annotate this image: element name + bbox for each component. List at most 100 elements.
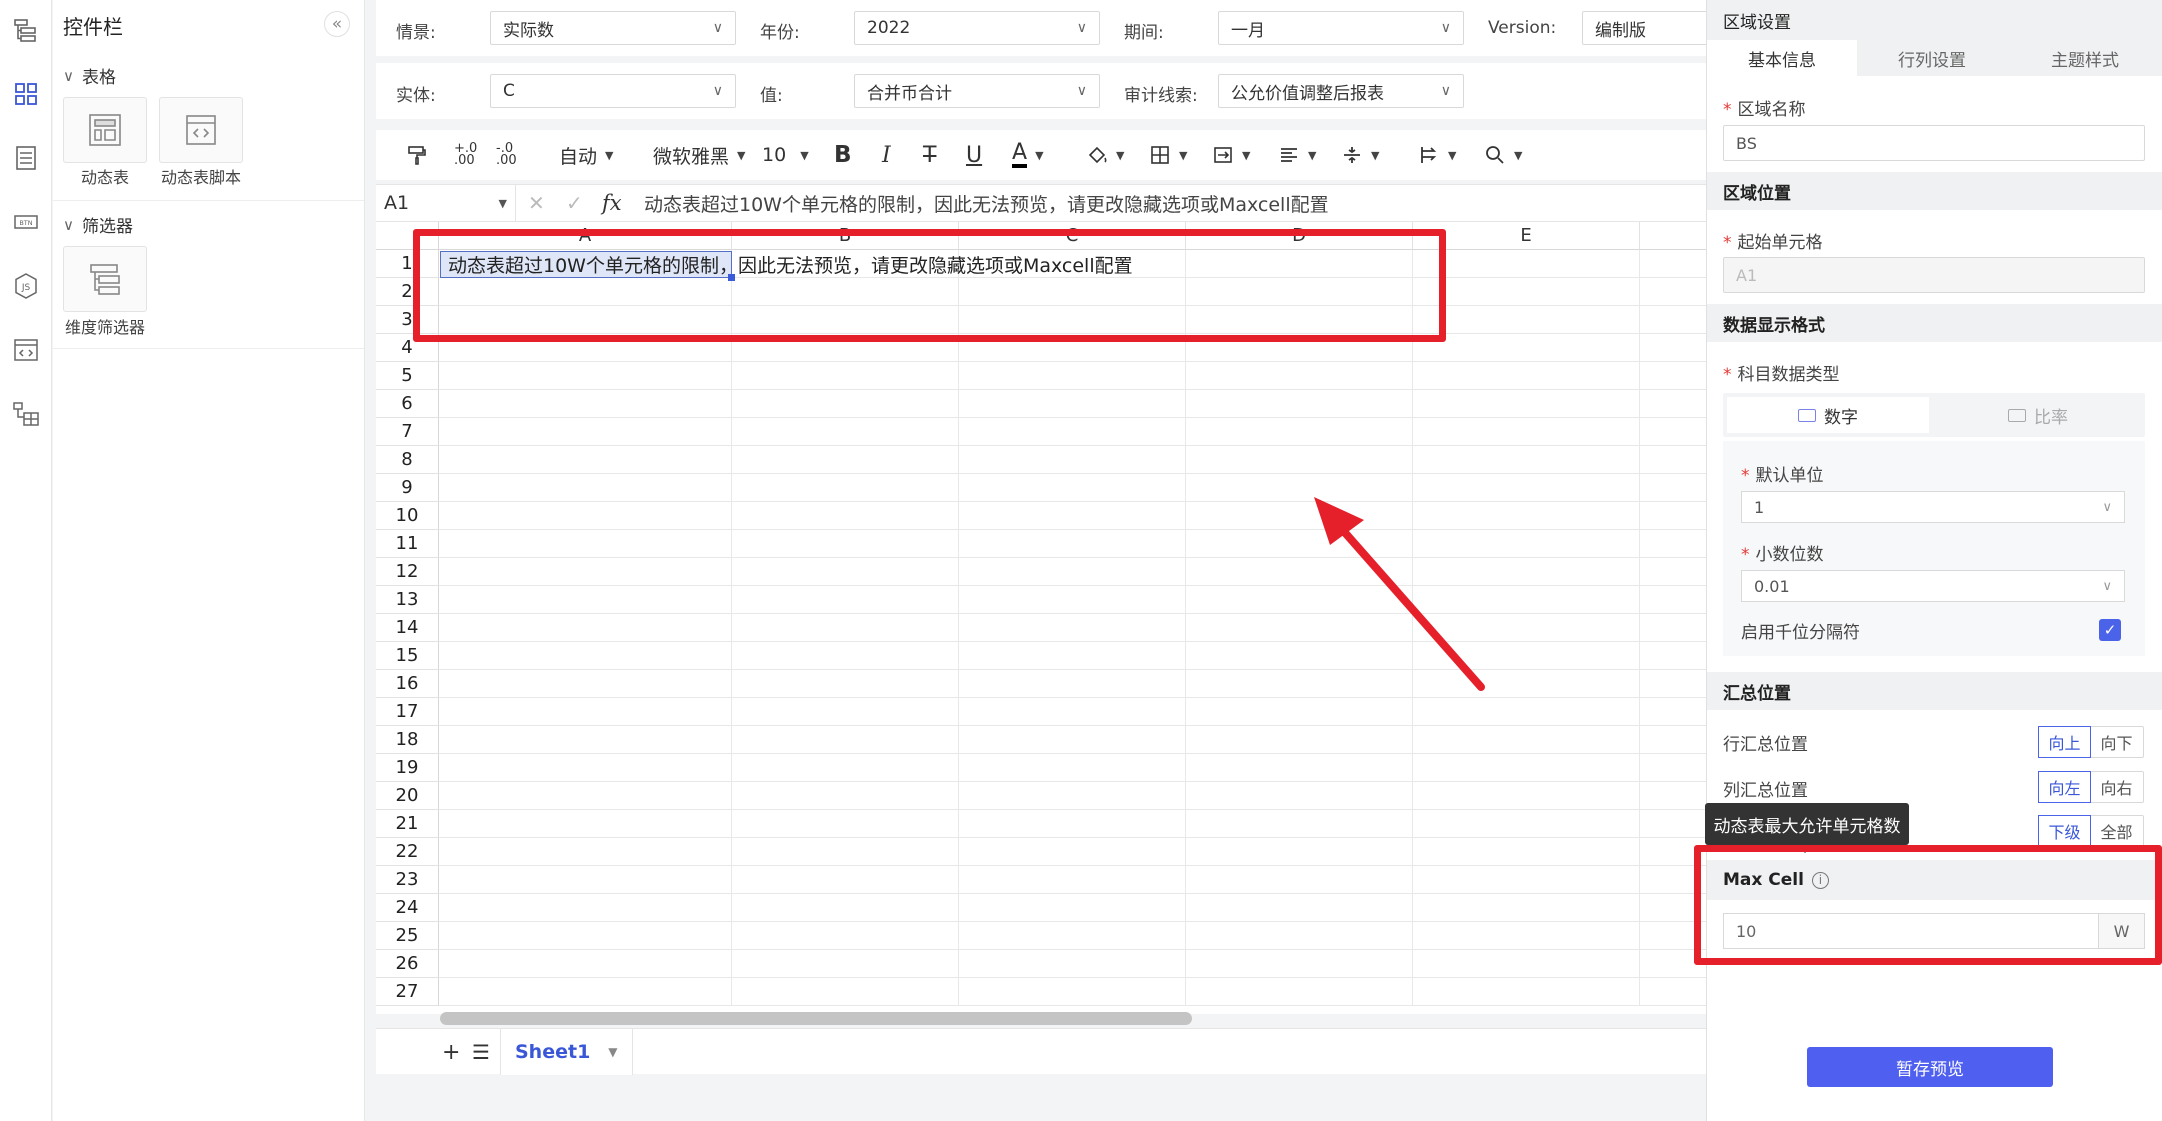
font-family-select[interactable]: 微软雅黑 ▼ [653,130,745,180]
italic-button[interactable]: I [882,130,891,180]
default-unit-label: * 默认单位 [1741,466,1824,486]
row-header[interactable]: 22 [376,838,439,866]
row-header[interactable]: 6 [376,390,439,418]
value-select[interactable]: 合并币合计 ∨ [854,74,1100,108]
format-painter-icon[interactable] [406,130,428,180]
font-size-select[interactable]: 10 ▼ [762,130,809,180]
row-header[interactable]: 17 [376,698,439,726]
sheet-tab-sheet1[interactable]: Sheet1 ▼ [500,1029,633,1075]
align-middle-icon [1344,147,1360,163]
confirm-edit-icon[interactable]: ✓ [566,185,583,221]
area-name-input[interactable]: BS [1723,125,2145,161]
dynamic-table-script-label: 动态表脚本 [160,168,241,187]
entity-select[interactable]: C ∨ [490,74,736,108]
type-number-option[interactable]: 数字 [1727,397,1929,433]
row-header[interactable]: 19 [376,754,439,782]
row-header[interactable]: 15 [376,642,439,670]
row-header[interactable]: 16 [376,670,439,698]
merge-cells-button[interactable]: ▼ [1212,130,1250,180]
type-number-label: 数字 [1824,407,1858,428]
cancel-edit-icon[interactable]: ✕ [528,185,545,221]
strikethrough-button[interactable]: T [923,130,936,180]
border-button[interactable]: ▼ [1149,130,1187,180]
row-header[interactable]: 23 [376,866,439,894]
fill-color-button[interactable]: ▼ [1086,130,1124,180]
row-header[interactable]: 24 [376,894,439,922]
maxcell-tooltip: 动态表最大允许单元格数 [1705,803,1909,845]
audit-trail-select[interactable]: 公允价值调整后报表 ∨ [1218,74,1464,108]
dynamic-table-script-tile[interactable] [159,97,243,163]
cell-name-box[interactable]: A1 ▼ [376,185,516,221]
row-header[interactable]: 26 [376,950,439,978]
row-header[interactable]: 13 [376,586,439,614]
year-select[interactable]: 2022 ∨ [854,11,1100,45]
default-unit-select[interactable]: 1 ∨ [1741,491,2125,523]
align-vertical-button[interactable]: ▼ [1341,130,1379,180]
double-chevron-left-icon[interactable]: « [324,11,350,37]
row-summary-down[interactable]: 向下 [2090,727,2143,757]
row-header[interactable]: 11 [376,530,439,558]
row-header[interactable]: 10 [376,502,439,530]
dynamic-table-icon [89,114,121,146]
col-summary-left[interactable]: 向左 [2038,771,2091,803]
col-summary-right[interactable]: 向右 [2090,772,2143,802]
formula-input[interactable]: 动态表超过10W个单元格的限制，因此无法预览，请更改隐藏选项或Maxcell配置 [644,185,1329,221]
column-header-f[interactable] [1640,222,1706,250]
underline-button[interactable]: U [966,130,982,180]
thousand-separator-checkbox[interactable]: ✓ [2099,619,2121,641]
number-format-icon [1798,408,1816,422]
search-icon [1486,146,1504,164]
audit-trail-value: 公允价值调整后报表 [1231,83,1384,104]
row-header[interactable]: 12 [376,558,439,586]
dynamic-table-tile[interactable] [63,97,147,163]
summary-level-sub[interactable]: 下级 [2038,815,2091,847]
start-cell-input[interactable]: A1 [1723,257,2145,293]
row-header[interactable]: 8 [376,446,439,474]
sheet-list-icon[interactable]: ☰ [472,1029,490,1075]
version-select[interactable]: 编制版 [1582,11,1712,45]
tab-theme-style[interactable]: 主题样式 [2007,40,2162,76]
decimals-select[interactable]: 0.01 ∨ [1741,570,2125,602]
align-horizontal-button[interactable]: ▼ [1278,130,1316,180]
row-header[interactable]: 14 [376,614,439,642]
period-select[interactable]: 一月 ∨ [1218,11,1464,45]
row-summary-up[interactable]: 向上 [2038,726,2091,758]
row-header[interactable]: 25 [376,922,439,950]
row-header[interactable]: 27 [376,978,439,1006]
bold-button[interactable]: B [834,130,852,180]
row-header[interactable]: 9 [376,474,439,502]
row-header[interactable]: 7 [376,418,439,446]
text-direction-button[interactable]: ▼ [1418,130,1456,180]
table-tree-icon[interactable] [8,396,44,432]
save-preview-button[interactable]: 暂存预览 [1807,1047,2053,1087]
form-list-icon[interactable] [8,140,44,176]
add-sheet-button[interactable]: + [442,1029,460,1075]
section-filter-header[interactable]: ∨ 筛选器 [63,212,133,238]
function-icon[interactable]: fx [602,185,622,221]
grid-apps-icon[interactable] [8,76,44,112]
js-script-icon[interactable]: JS [8,268,44,304]
code-window-icon[interactable] [8,332,44,368]
type-ratio-option[interactable]: 比率 [1937,397,2139,433]
tab-basic-info[interactable]: 基本信息 [1707,40,1857,76]
increase-decimal-button[interactable]: +.0 .00 [454,130,477,180]
scenario-select[interactable]: 实际数 ∨ [490,11,736,45]
dimension-filter-tile[interactable] [63,246,147,312]
font-color-button[interactable]: A ▼ [1012,130,1044,180]
search-button[interactable]: ▼ [1484,130,1522,180]
tree-structure-icon[interactable] [8,12,44,48]
horizontal-scrollbar[interactable] [440,1012,1192,1025]
row-header[interactable]: 5 [376,362,439,390]
chevron-down-icon: ∨ [1076,20,1087,36]
row-header[interactable]: 21 [376,810,439,838]
button-btn-icon[interactable]: BTN [8,204,44,240]
caret-down-icon[interactable]: ▼ [608,1045,617,1059]
decrease-decimal-button[interactable]: -.0 .00 [496,130,517,180]
section-table-header[interactable]: ∨ 表格 [63,63,116,89]
row-header[interactable]: 20 [376,782,439,810]
column-header-e[interactable]: E [1413,222,1640,250]
tab-row-col-settings[interactable]: 行列设置 [1857,40,2007,76]
row-header[interactable]: 18 [376,726,439,754]
summary-level-all[interactable]: 全部 [2090,816,2143,846]
number-format-select[interactable]: 自动 ▼ [559,130,613,180]
